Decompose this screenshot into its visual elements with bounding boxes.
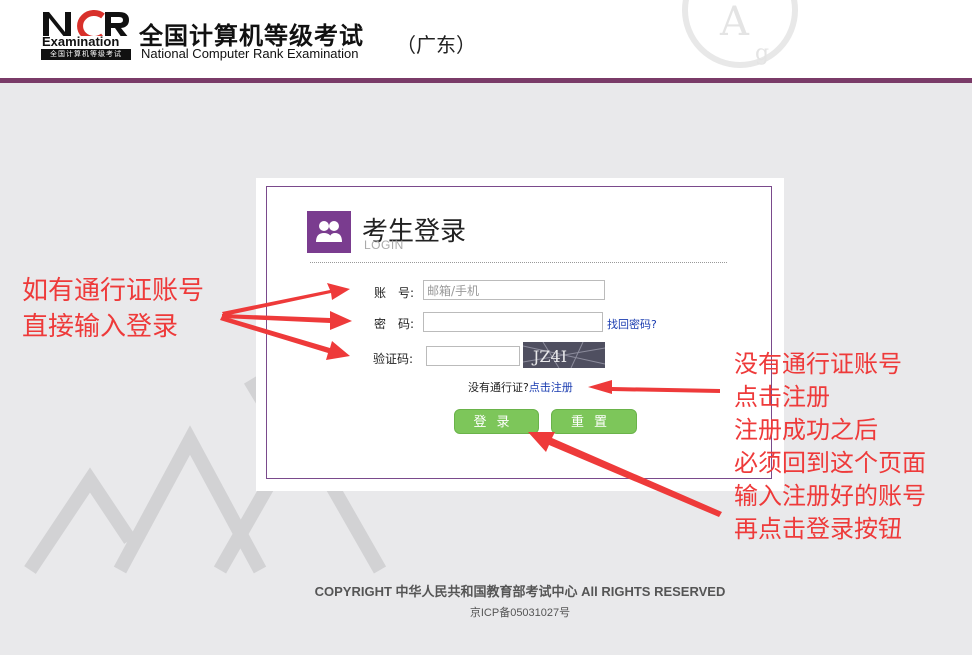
account-input[interactable]: 邮箱/手机 <box>423 280 605 300</box>
annotation-right-line: 再点击登录按钮 <box>734 515 902 543</box>
reset-button[interactable]: 重置 <box>551 409 637 434</box>
login-subtitle: LOGIN <box>364 238 404 252</box>
annotation-left: 如有通行证账号 直接输入登录 <box>22 273 204 345</box>
password-label: 密 码: <box>374 317 415 331</box>
header-divider <box>0 78 972 83</box>
annotation-right-line: 没有通行证账号 <box>734 350 902 378</box>
region-label: （广东） <box>396 33 476 57</box>
users-icon <box>307 211 351 253</box>
site-header: A g Examination 全国计算机等级考试 全国计算机等级考试 Nati… <box>0 0 972 78</box>
captcha-text: JZ4I <box>531 347 567 366</box>
annotation-right-line: 必须回到这个页面 <box>734 449 926 477</box>
account-label: 账 号: <box>374 286 415 300</box>
ncr-logo[interactable]: Examination 全国计算机等级考试 <box>41 8 131 60</box>
captcha-label: 验证码: <box>373 352 414 366</box>
no-pass-text: 没有通行证? <box>468 381 529 394</box>
annotation-right: 没有通行证账号 点击注册 注册成功之后 必须回到这个页面 输入注册好的账号 再点… <box>734 348 926 546</box>
login-button[interactable]: 登录 <box>454 409 539 434</box>
logo-subtitle: 全国计算机等级考试 <box>41 49 131 60</box>
annotation-right-line: 输入注册好的账号 <box>734 482 926 510</box>
captcha-input[interactable] <box>426 346 520 366</box>
register-prompt: 没有通行证?点击注册 <box>468 379 573 395</box>
forgot-password-link[interactable]: 找回密码? <box>607 316 657 332</box>
annotation-left-line: 如有通行证账号 <box>22 276 205 306</box>
password-input[interactable] <box>423 312 603 332</box>
footer-icp[interactable]: 京ICP备05031027号 <box>0 604 972 620</box>
captcha-image[interactable]: JZ4I <box>522 341 606 369</box>
title-divider <box>310 262 727 263</box>
svg-text:A: A <box>719 0 750 45</box>
register-link[interactable]: 点击注册 <box>529 381 573 394</box>
footer-copyright: COPYRIGHT 中华人民共和国教育部考试中心 All RIGHTS RESE… <box>314 584 726 599</box>
site-title-english: National Computer Rank Examination <box>141 46 359 61</box>
svg-text:g: g <box>755 41 769 66</box>
logo-examination-text: Examination <box>42 35 130 48</box>
annotation-right-line: 点击注册 <box>734 383 830 411</box>
annotation-left-line: 直接输入登录 <box>22 312 179 342</box>
annotation-right-line: 注册成功之后 <box>734 416 878 444</box>
header-decoration: A g <box>682 0 798 68</box>
